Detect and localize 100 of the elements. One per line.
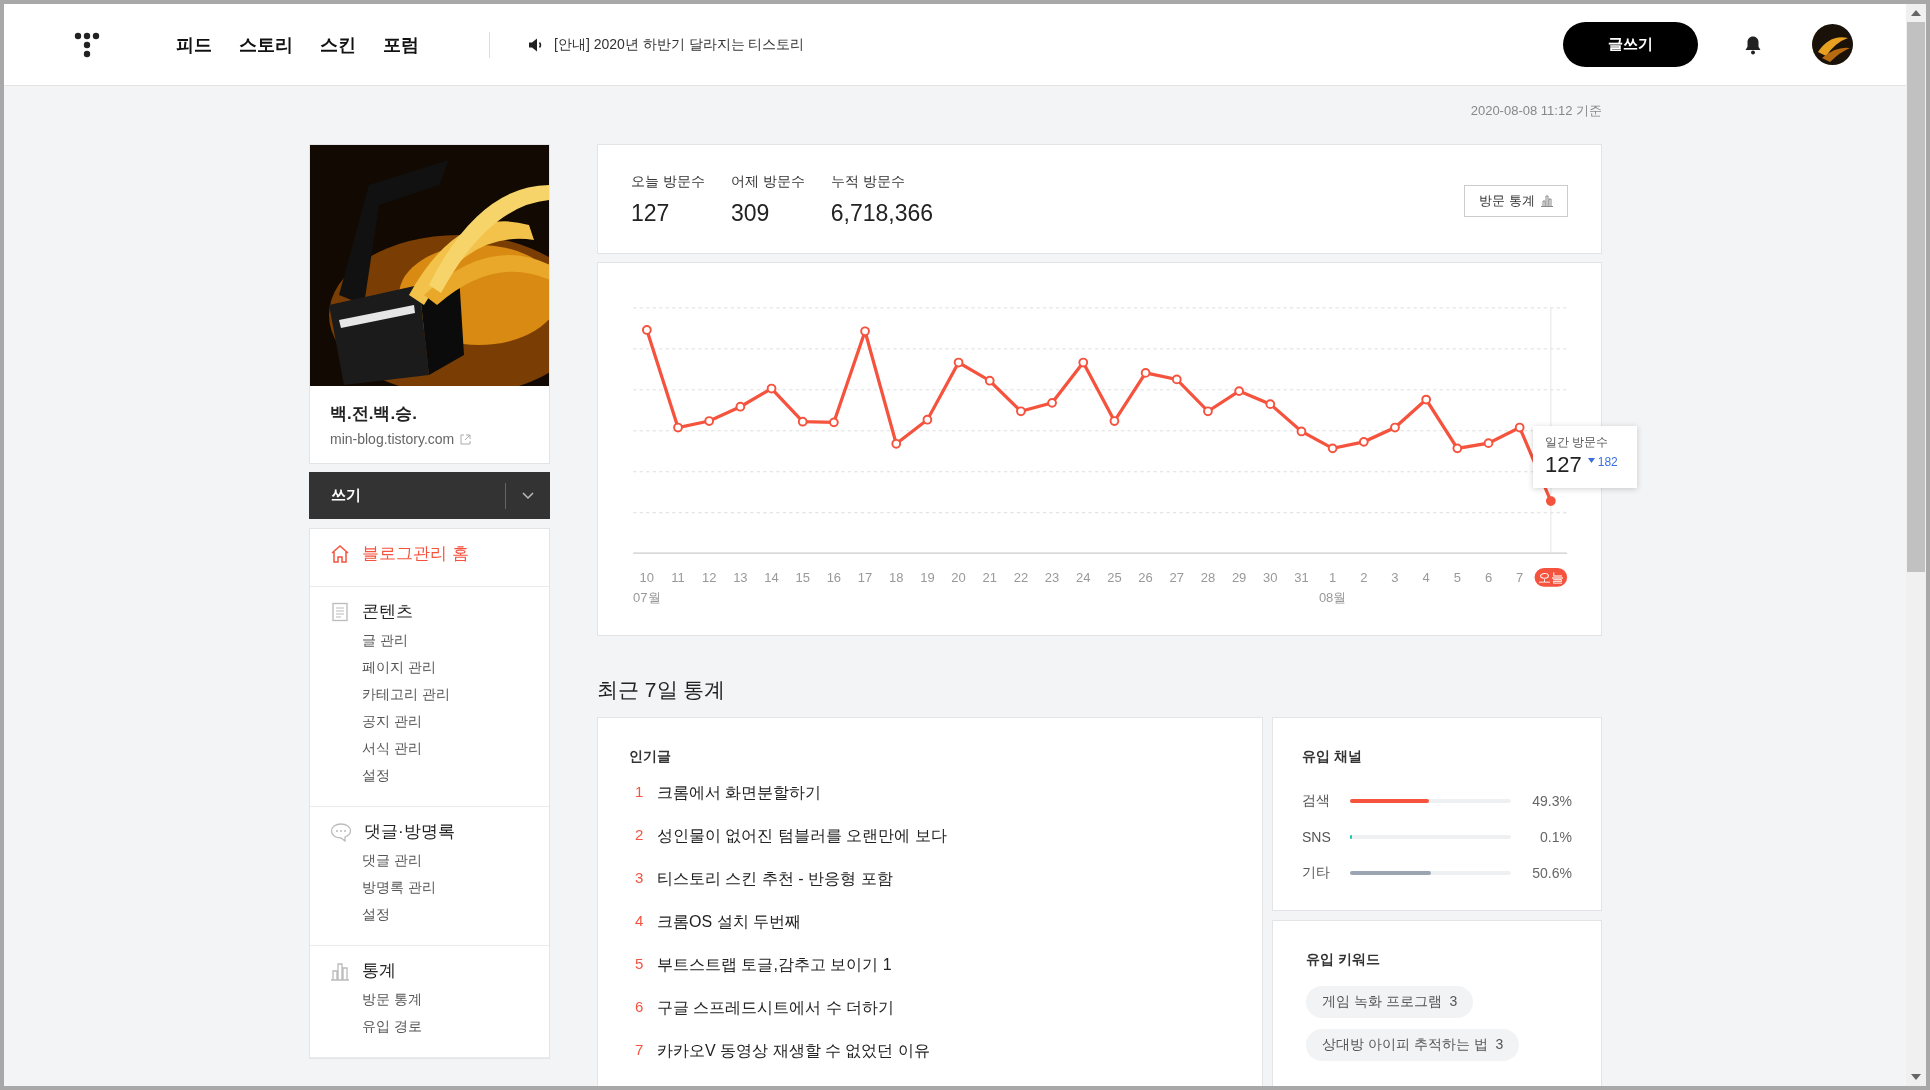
card-title: 인기글 bbox=[629, 748, 672, 766]
write-button[interactable]: 글쓰기 bbox=[1563, 22, 1698, 67]
data-point bbox=[1545, 496, 1556, 506]
stat-value: 6,718,366 bbox=[830, 200, 934, 227]
logo-icon[interactable] bbox=[74, 31, 100, 58]
post-link[interactable]: 성인물이 없어진 텀블러를 오랜만에 보다 bbox=[657, 826, 947, 847]
x-axis-label: 1 bbox=[1329, 570, 1337, 586]
x-axis-label: 12 bbox=[701, 570, 717, 586]
post-link[interactable]: 구글 스프레드시트에서 수 더하기 bbox=[657, 998, 895, 1019]
data-point bbox=[829, 417, 839, 428]
avatar[interactable] bbox=[1812, 24, 1853, 65]
sidebar-section-link[interactable]: 콘텐츠 bbox=[362, 600, 413, 623]
x-axis-label: 16 bbox=[826, 570, 842, 586]
rank-number: 1 bbox=[635, 783, 645, 800]
data-point bbox=[984, 375, 995, 386]
rank-number: 4 bbox=[635, 912, 645, 929]
sidebar-item[interactable]: 글 관리 bbox=[330, 627, 529, 654]
sidebar-section-link[interactable]: 댓글·방명록 bbox=[364, 820, 455, 843]
data-point bbox=[1483, 438, 1494, 449]
data-point bbox=[1203, 406, 1213, 417]
data-point bbox=[953, 357, 964, 368]
post-link[interactable]: 티스토리 스킨 추천 - 반응형 포함 bbox=[657, 869, 893, 890]
scroll-up-icon[interactable] bbox=[1911, 10, 1921, 16]
scroll-down-icon[interactable] bbox=[1911, 1074, 1921, 1080]
channel-name: 검색 bbox=[1302, 792, 1331, 810]
rank-number: 7 bbox=[635, 1041, 645, 1058]
sidebar-item[interactable]: 설정 bbox=[330, 901, 529, 928]
visit-stats-button[interactable]: 방문 통계 bbox=[1464, 185, 1568, 217]
section-heading: 최근 7일 통계 bbox=[597, 677, 727, 703]
nav-link[interactable]: 스토리 bbox=[239, 32, 293, 57]
sidebar-section-link[interactable]: 통계 bbox=[362, 959, 396, 982]
data-point bbox=[1265, 399, 1276, 409]
sidebar-item[interactable]: 댓글 관리 bbox=[330, 847, 529, 874]
document-icon bbox=[330, 601, 350, 622]
month-label: 08월 bbox=[1318, 590, 1347, 606]
data-point bbox=[735, 401, 746, 412]
nav-link[interactable]: 스킨 bbox=[320, 32, 356, 57]
channel-percent: 0.1% bbox=[1539, 829, 1572, 845]
x-axis-label: 20 bbox=[951, 570, 966, 586]
channel-percent: 49.3% bbox=[1531, 793, 1572, 809]
chevron-down-icon[interactable] bbox=[522, 491, 534, 500]
x-axis-label: 5 bbox=[1453, 570, 1461, 586]
data-point bbox=[766, 383, 777, 394]
keyword-chip[interactable]: 게임 녹화 프로그램 3 bbox=[1306, 986, 1474, 1018]
sidebar-item[interactable]: 카테고리 관리 bbox=[330, 681, 529, 708]
blog-url-link[interactable]: min-blog.tistory.com bbox=[330, 431, 455, 447]
data-point bbox=[641, 325, 652, 335]
nav-link[interactable]: 피드 bbox=[176, 32, 212, 57]
scrollbar[interactable] bbox=[1906, 4, 1926, 1086]
data-point bbox=[922, 414, 933, 425]
data-point bbox=[891, 438, 902, 449]
post-link[interactable]: 크롬OS 설치 두번째 bbox=[657, 912, 801, 933]
stat-label: 누적 방문수 bbox=[830, 173, 906, 191]
sidebar-item[interactable]: 설정 bbox=[330, 762, 529, 789]
tooltip-change: 182 bbox=[1597, 455, 1618, 469]
data-point bbox=[1421, 394, 1432, 405]
sidebar-item[interactable]: 서식 관리 bbox=[330, 735, 529, 762]
notice-link[interactable]: [안내] 2020년 하반기 달라지는 티스토리 bbox=[554, 35, 805, 54]
x-axis-label: 3 bbox=[1391, 570, 1399, 586]
sidebar-item[interactable]: 방문 통계 bbox=[330, 986, 529, 1013]
x-axis-label: 30 bbox=[1263, 570, 1278, 586]
sidebar-item[interactable]: 공지 관리 bbox=[330, 708, 529, 735]
x-axis-label: 6 bbox=[1484, 570, 1493, 586]
bell-icon[interactable] bbox=[1744, 34, 1762, 55]
x-axis-label: 4 bbox=[1422, 570, 1430, 586]
data-point bbox=[1390, 422, 1400, 433]
data-point bbox=[860, 326, 870, 337]
data-point bbox=[1234, 386, 1244, 396]
stat-label: 어제 방문수 bbox=[730, 173, 805, 191]
data-point bbox=[1358, 436, 1369, 447]
rank-number: 2 bbox=[635, 826, 645, 843]
today-label: 오늘 bbox=[1534, 568, 1568, 587]
x-axis-label: 21 bbox=[982, 570, 997, 586]
speaker-icon bbox=[528, 37, 544, 52]
sidebar-item[interactable]: 페이지 관리 bbox=[330, 654, 529, 681]
write-menu-button[interactable]: 쓰기 bbox=[331, 486, 505, 505]
post-link[interactable]: 카카오V 동영상 재생할 수 없었던 이유 bbox=[657, 1041, 930, 1062]
channel-name: 기타 bbox=[1302, 864, 1331, 882]
x-axis-label: 7 bbox=[1516, 570, 1524, 586]
x-axis-label: 10 bbox=[639, 570, 655, 586]
x-axis-label: 22 bbox=[1013, 570, 1029, 586]
sidebar-item[interactable]: 유입 경로 bbox=[330, 1013, 529, 1040]
bar-chart-icon bbox=[1541, 195, 1553, 207]
sidebar-item[interactable]: 방명록 관리 bbox=[330, 874, 529, 901]
stat-value: 309 bbox=[730, 200, 771, 227]
post-link[interactable]: 부트스트랩 토글,감추고 보이기 1 bbox=[657, 955, 892, 976]
post-link[interactable]: 크롬에서 화면분할하기 bbox=[657, 783, 822, 804]
card-title: 유입 키워드 bbox=[1306, 951, 1380, 969]
stat-label: 오늘 방문수 bbox=[631, 173, 705, 191]
data-point bbox=[1327, 443, 1338, 454]
blog-title: 백.전.백.승. bbox=[330, 403, 418, 425]
rank-number: 5 bbox=[635, 955, 645, 972]
nav-link[interactable]: 포럼 bbox=[383, 32, 419, 57]
data-point bbox=[673, 422, 683, 433]
x-axis-label: 26 bbox=[1138, 570, 1153, 586]
month-label: 07월 bbox=[633, 590, 661, 606]
x-axis-label: 23 bbox=[1044, 570, 1060, 586]
keyword-chip[interactable]: 상대방 아이피 추적하는 법 3 bbox=[1306, 1029, 1520, 1061]
chat-bubble-icon bbox=[330, 821, 352, 842]
data-point bbox=[1171, 374, 1182, 385]
